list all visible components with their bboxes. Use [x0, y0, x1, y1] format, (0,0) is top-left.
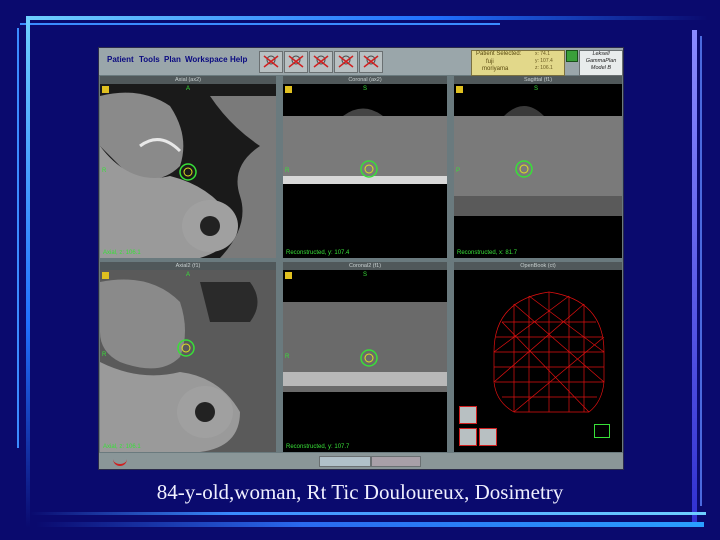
menu-help[interactable]: Help [230, 55, 247, 64]
status-button[interactable] [566, 50, 578, 62]
frame-line-right-2 [700, 36, 702, 506]
view-title: Sagittal (f1) [523, 77, 553, 83]
radiation-tool-icon[interactable] [359, 51, 383, 73]
status-field[interactable] [371, 456, 421, 467]
lock-icon[interactable] [102, 272, 109, 279]
orient-side: R [285, 354, 290, 360]
brand-line2: GammaPlan [585, 58, 617, 64]
status-field[interactable] [319, 456, 371, 467]
frame-line-left [26, 16, 30, 528]
menu-plan[interactable]: Plan [164, 55, 181, 64]
view-coronal[interactable]: Coronal (ax2) S R Reconstructed, y: 107.… [283, 76, 447, 258]
head-icon[interactable] [459, 428, 477, 446]
mri-coronal2-image [283, 302, 447, 392]
orient-top: S [534, 86, 539, 92]
view-sagittal[interactable]: Sagittal (f1) S P Reconstructed, x: 81.7 [454, 76, 622, 258]
lock-icon[interactable] [456, 86, 463, 93]
brand-line1: Leksell [592, 51, 610, 57]
menu-tools[interactable]: Tools [139, 55, 160, 64]
coord-z: z: 106.1 [535, 65, 553, 71]
view-openbook[interactable]: OpenBook (ct) [454, 262, 622, 452]
brand-box: Leksell GammaPlan Model B [579, 50, 623, 76]
frame-line-bottom [30, 512, 706, 515]
status-wave-icon [113, 456, 127, 466]
orient-top: A [186, 272, 191, 278]
menu-workspace[interactable]: Workspace [185, 55, 228, 64]
status-bar [99, 453, 623, 469]
mri-axial2-image [100, 270, 276, 452]
lock-icon[interactable] [285, 86, 292, 93]
mri-coronal-image [283, 108, 447, 184]
orient-side: R [102, 352, 107, 358]
radiation-tool-icon[interactable] [259, 51, 283, 73]
frame-line-top-2 [20, 23, 500, 25]
frame-line-bottom-2 [36, 522, 704, 527]
menu-bar: Patient Tools Plan Workspace Help Patien… [99, 48, 623, 76]
cube-icon[interactable] [594, 424, 610, 438]
menu-patient[interactable]: Patient [107, 55, 134, 64]
lock-icon[interactable] [285, 272, 292, 279]
view-title: Axial2 (f1) [175, 263, 201, 269]
mri-sagittal-image [454, 106, 622, 216]
view-footer: Reconstructed, x: 81.7 [457, 250, 518, 256]
view-title: Axial (ax2) [175, 77, 201, 83]
orient-top: A [186, 86, 191, 92]
orient-top: S [363, 272, 368, 278]
brand-line3: Model B [590, 65, 612, 71]
head-icon[interactable] [479, 428, 497, 446]
view-title: Coronal2 (f1) [348, 263, 382, 269]
frame-line-top [26, 16, 708, 20]
coord-x: x: 74.1 [535, 51, 551, 57]
radiation-tool-icon[interactable] [284, 51, 308, 73]
radiation-tool-icon[interactable] [334, 51, 358, 73]
coord-y: y: 107.4 [535, 58, 553, 64]
orient-side: P [456, 168, 461, 174]
slide-caption: 84-y-old,woman, Rt Tic Douloureux, Dosim… [156, 480, 564, 504]
view-title: Coronal (ax2) [348, 77, 382, 83]
view-footer: Reconstructed, y: 107.7 [286, 444, 350, 450]
coordinate-readout: x: 74.1 y: 107.4 z: 106.1 [535, 51, 561, 72]
view-coronal2[interactable]: Coronal2 (f1) S R Reconstructed, y: 107.… [283, 262, 447, 452]
orient-top: S [363, 86, 368, 92]
frame-line-right [692, 30, 697, 525]
mri-axial-image [100, 84, 276, 258]
view-footer: Reconstructed, y: 107.4 [286, 250, 350, 256]
lock-icon[interactable] [102, 86, 109, 93]
orient-side: R [285, 168, 290, 174]
head-icon[interactable] [459, 406, 477, 424]
orient-side: R [102, 168, 107, 174]
frame-line-left-2 [17, 28, 19, 448]
radiation-tool-icon[interactable] [309, 51, 333, 73]
view-footer: Axial, z: 106.1 [103, 444, 141, 450]
view-axial[interactable]: Axial (ax2) A R Axial, z: 106.1 [100, 76, 276, 258]
gammaplan-screenshot: Patient Tools Plan Workspace Help Patien… [98, 47, 624, 470]
view-axial2[interactable]: Axial2 (f1) A R Axial, z: 106.1 [100, 262, 276, 452]
view-footer: Axial, z: 106.1 [103, 250, 141, 256]
